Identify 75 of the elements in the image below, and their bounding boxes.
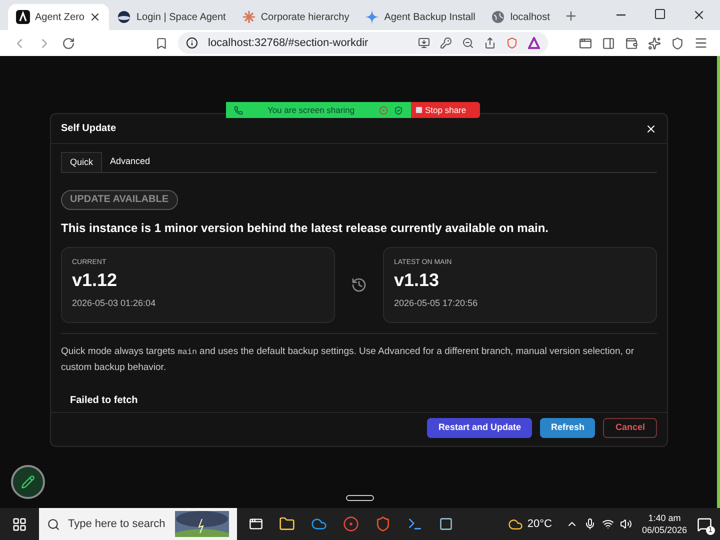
dialog-button[interactable]: Restart and Update bbox=[427, 418, 532, 438]
dialog-button[interactable]: Refresh bbox=[540, 418, 596, 438]
search-icon bbox=[47, 518, 60, 530]
dialog-title: Self Update bbox=[61, 122, 118, 136]
scroll-handle[interactable] bbox=[346, 495, 374, 501]
share-status: You are screen sharing bbox=[266, 104, 356, 116]
error-message: Failed to fetch bbox=[70, 394, 139, 408]
edit-button[interactable] bbox=[11, 465, 45, 499]
burst-icon bbox=[242, 10, 256, 24]
logo-icon bbox=[16, 10, 30, 24]
browser-tab[interactable]: Agent Zero bbox=[8, 4, 110, 30]
volume-icon[interactable] bbox=[620, 518, 632, 530]
clock-date: 06/05/2026 bbox=[642, 524, 687, 536]
close-icon[interactable] bbox=[645, 122, 657, 134]
globe-icon bbox=[491, 10, 506, 24]
app-icon[interactable] bbox=[439, 517, 453, 531]
info-icon[interactable] bbox=[186, 37, 198, 49]
tab[interactable]: Quick bbox=[61, 152, 102, 172]
browser-tab[interactable]: Agent Backup Install bbox=[357, 4, 484, 30]
shield-icon[interactable] bbox=[671, 36, 684, 50]
key-icon[interactable] bbox=[440, 37, 452, 49]
version-date: 2026-05-05 17:20:56 bbox=[394, 296, 479, 310]
phone-icon bbox=[234, 106, 243, 114]
version-date: 2026-05-03 01:26:04 bbox=[72, 296, 157, 310]
triangle-icon[interactable] bbox=[528, 37, 540, 49]
browser-tab[interactable]: Corporate hierarchy bbox=[234, 4, 358, 30]
tab-title: Login | Space Agent bbox=[136, 10, 226, 24]
wallet-icon[interactable] bbox=[625, 36, 638, 50]
install-icon[interactable] bbox=[418, 37, 430, 49]
clock-time: 1:40 am bbox=[648, 512, 681, 524]
sparkles-icon[interactable] bbox=[648, 36, 661, 50]
bookmark-icon[interactable] bbox=[155, 36, 168, 50]
update-summary: This instance is 1 minor version behind the latest release currently available on main. bbox=[61, 220, 550, 237]
address-text: localhost:32768/#section-workdir bbox=[208, 36, 370, 51]
sparkle-icon bbox=[365, 10, 380, 24]
tab-title: Corporate hierarchy bbox=[260, 10, 350, 24]
task-view-icon[interactable] bbox=[249, 517, 263, 531]
record-icon bbox=[379, 106, 388, 114]
taskbar-search[interactable]: Type here to search bbox=[39, 508, 237, 540]
tab[interactable]: Advanced bbox=[102, 152, 158, 172]
version-number: v1.12 bbox=[72, 268, 118, 290]
temperature: 20°C bbox=[527, 516, 552, 532]
tab-title: Agent Zero bbox=[35, 10, 84, 24]
browser-tab[interactable]: localhost bbox=[483, 4, 558, 30]
menu-icon[interactable] bbox=[694, 36, 708, 50]
tab-title: Agent Backup Install bbox=[384, 10, 476, 24]
new-tab-icon[interactable] bbox=[564, 9, 578, 23]
terminal-icon[interactable] bbox=[407, 516, 423, 532]
tab-title: localhost bbox=[510, 10, 550, 24]
dialog-button[interactable]: Cancel bbox=[603, 418, 657, 438]
version-number: v1.13 bbox=[394, 268, 440, 290]
search-placeholder: Type here to search bbox=[68, 516, 166, 532]
update-icon bbox=[351, 277, 367, 293]
zoom-out-icon[interactable] bbox=[462, 37, 474, 49]
notifications-icon[interactable] bbox=[697, 516, 712, 532]
pencil-icon bbox=[21, 475, 35, 489]
quick-mode-note: Quick mode always targets main and uses the default backup settings. Use Advanced for a different branch, manual version selection, or custom backup behavior. bbox=[61, 345, 635, 375]
weather-icon bbox=[508, 516, 524, 532]
close-window-icon[interactable] bbox=[692, 8, 706, 22]
reload-icon[interactable] bbox=[62, 36, 75, 50]
share-icon[interactable] bbox=[484, 37, 496, 49]
address-bar[interactable]: localhost:32768/#section-workdir bbox=[178, 32, 548, 54]
planet-icon bbox=[117, 10, 132, 24]
sidebar-icon[interactable] bbox=[602, 36, 615, 50]
status-badge: UPDATE AVAILABLE bbox=[61, 190, 178, 210]
close-tab-icon[interactable] bbox=[89, 11, 102, 23]
maximize-icon[interactable] bbox=[654, 8, 666, 20]
mic-icon[interactable] bbox=[584, 518, 596, 530]
stop-icon bbox=[416, 107, 422, 113]
shield-icon bbox=[394, 106, 403, 114]
stop-share-button[interactable]: Stop share bbox=[411, 102, 480, 118]
search-tabs-icon[interactable] bbox=[579, 36, 592, 50]
folder-icon[interactable] bbox=[279, 516, 295, 532]
start-icon[interactable] bbox=[12, 516, 27, 532]
browser-tab[interactable]: Login | Space Agent bbox=[109, 4, 234, 30]
